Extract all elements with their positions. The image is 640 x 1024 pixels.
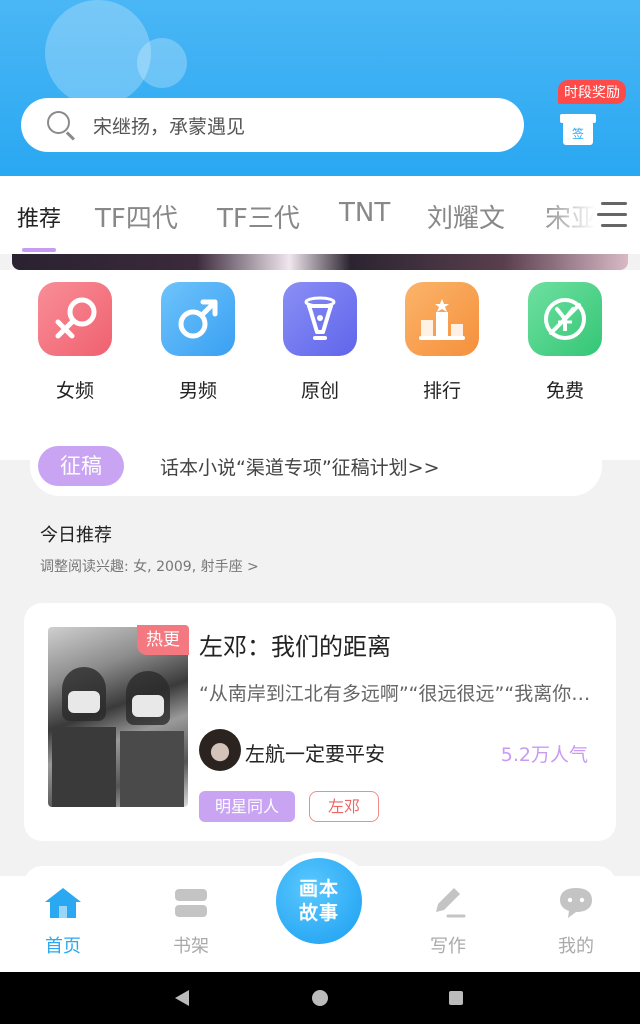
tab-tnt[interactable]: TNT [339,198,390,228]
tab-liu-yaowen[interactable]: 刘耀文 [427,198,505,235]
nav-label: 我的 [558,936,594,957]
system-nav-bar [0,972,640,1024]
search-icon [47,111,75,141]
back-icon[interactable] [175,990,189,1006]
gift-sign-label: 签 [563,123,593,145]
decor-bubble [45,0,151,106]
category-label: 女频 [55,380,94,402]
nav-label: 书架 [173,936,209,957]
tag-pairing[interactable]: 左邓 [309,791,380,822]
gift-icon: 签 [560,110,596,146]
write-icon [436,888,466,918]
avatar[interactable] [199,729,241,771]
yen-free-icon [528,282,602,356]
bookshelf-icon [175,889,207,917]
profile-chat-icon [560,888,592,918]
book-card[interactable]: 热更 左邓：我们的距离 “从南岸到江北有多远啊”“很远很远”“我离你越来越远了”… [24,603,616,841]
book-title[interactable]: 左邓：我们的距离 [199,627,391,662]
category-label: 原创 [300,380,339,402]
female-icon [38,282,112,356]
home-icon [45,888,81,918]
category-label: 男频 [178,380,217,402]
nav-profile[interactable]: 我的 [536,886,616,958]
category-free[interactable]: 免费 [525,282,605,403]
category-grid: 女频 男频 原创 排行 免费 [0,270,640,460]
category-ranking[interactable]: 排行 [402,282,482,403]
search-bar[interactable]: 宋继扬，承蒙遇见 [21,98,524,152]
recent-apps-icon[interactable] [449,991,463,1005]
submission-notice[interactable]: 征稿 话本小说“渠道专项”征稿计划>> [30,436,602,496]
picture-story-button[interactable]: 画本 故事 [276,858,362,944]
book-description: “从南岸到江北有多远啊”“很远很远”“我离你越来越远了” [199,683,604,705]
nav-write[interactable]: 写作 [408,886,488,958]
popularity-count: 5.2万人气 [500,744,588,766]
nav-label: 写作 [430,936,466,957]
decor-bubble [137,38,187,88]
nav-home[interactable]: 首页 [23,886,103,958]
tab-active-indicator [22,248,56,252]
pen-nib-icon [283,282,357,356]
center-label-2: 故事 [298,902,339,924]
section-title: 今日推荐 [40,525,112,546]
category-label: 免费 [545,380,584,402]
hot-badge: 热更 [137,625,189,655]
tab-tf4[interactable]: TF四代 [95,198,178,235]
nav-bookshelf[interactable]: 书架 [151,886,231,958]
home-circle-icon[interactable] [312,990,328,1006]
category-label: 排行 [422,380,461,402]
nav-label: 首页 [45,936,81,957]
center-label-1: 画本 [298,878,339,900]
category-male[interactable]: 男频 [158,282,238,403]
podium-icon [405,282,479,356]
reward-button[interactable]: 时段奖励 签 [556,80,628,150]
tag-genre[interactable]: 明星同人 [199,791,296,822]
notice-badge: 征稿 [38,446,124,486]
category-original[interactable]: 原创 [280,282,360,403]
notice-text: 话本小说“渠道专项”征稿计划>> [160,456,440,479]
reward-badge: 时段奖励 [558,80,626,104]
male-icon [161,282,235,356]
author-name[interactable]: 左航一定要平安 [245,738,385,767]
menu-icon[interactable] [597,200,627,230]
tab-recommend[interactable]: 推荐 [17,201,61,233]
header: 宋继扬，承蒙遇见 时段奖励 签 [0,0,640,176]
tab-tf3[interactable]: TF三代 [217,198,300,235]
reading-interest-link[interactable]: 调整阅读兴趣: 女, 2009, 射手座 > [40,556,259,576]
search-placeholder: 宋继扬，承蒙遇见 [93,115,246,138]
category-tabs: 推荐 TF四代 TF三代 TNT 刘耀文 宋亚 [0,176,640,254]
category-female[interactable]: 女频 [35,282,115,403]
banner-strip[interactable] [12,254,628,270]
